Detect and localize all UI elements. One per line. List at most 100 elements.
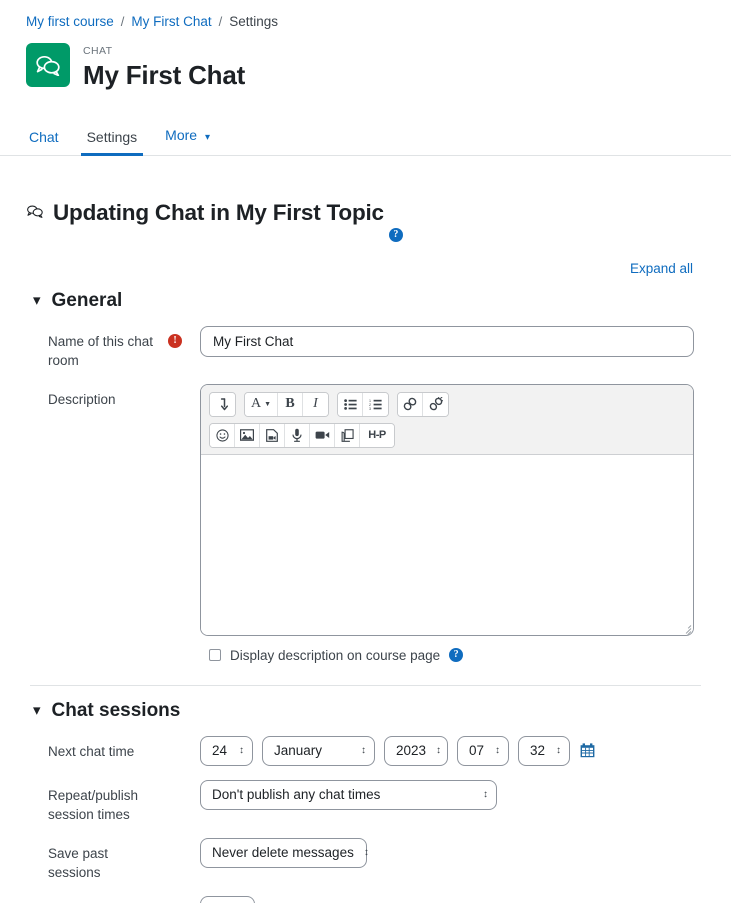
tab-settings-label: Settings xyxy=(86,129,138,146)
expand-all-link[interactable]: Expand all xyxy=(630,261,693,276)
toolbar-group-expand xyxy=(209,391,236,417)
breadcrumb-item-course[interactable]: My first course xyxy=(26,14,114,29)
repeat-sessions-value: Don't publish any chat times xyxy=(212,787,381,803)
section-title-chat-sessions: Chat sessions xyxy=(51,699,181,721)
italic-icon[interactable]: I xyxy=(303,392,328,416)
select-arrows-icon: ↕ xyxy=(363,846,369,858)
select-arrows-icon: ↕ xyxy=(483,788,488,800)
activity-header: CHAT My First Chat xyxy=(0,29,731,108)
chevron-down-icon: ▾ xyxy=(204,132,210,144)
numbered-list-icon[interactable]: 1 2 3 xyxy=(363,392,388,416)
chat-name-input[interactable] xyxy=(200,325,694,357)
chevron-down-icon[interactable]: ▾ xyxy=(33,293,41,308)
field-row-display-description: Display description on course page ? xyxy=(0,648,731,663)
field-row-save-past-sessions: Save past sessions Never delete messages… xyxy=(0,837,731,882)
breadcrumb-separator: / xyxy=(120,14,125,29)
breadcrumb-item-settings: Settings xyxy=(229,14,279,29)
next-chat-hour-select[interactable]: 07 ↕ xyxy=(457,735,509,766)
section-title-general: General xyxy=(51,289,123,311)
label-save-past-sessions-text: Save past sessions xyxy=(48,845,109,880)
rich-text-editor: A ▼ B I 1 2 3 H-P xyxy=(200,383,694,636)
next-chat-minute-select[interactable]: 32 ↕ xyxy=(518,735,570,766)
next-chat-minute-value: 32 xyxy=(530,743,546,759)
label-next-chat-time: Next chat time xyxy=(48,736,200,766)
display-description-label: Display description on course page xyxy=(230,647,441,663)
label-chat-name: Name of this chat room ! xyxy=(48,326,200,370)
field-row-repeat-sessions: Repeat/publish session times Don't publi… xyxy=(0,779,731,824)
control-view-past-sessions: No ↕ xyxy=(200,895,731,903)
next-chat-month-select[interactable]: January ↕ xyxy=(262,735,375,766)
resize-handle[interactable] xyxy=(680,622,692,635)
breadcrumb-separator: / xyxy=(218,14,223,29)
display-description-checkbox[interactable] xyxy=(209,649,221,662)
expand-toolbar-icon[interactable] xyxy=(210,392,235,416)
section-header-general[interactable]: ▾ General xyxy=(0,276,731,312)
media-file-icon[interactable] xyxy=(260,423,285,447)
manage-files-icon[interactable] xyxy=(335,423,360,447)
activity-type-label: CHAT xyxy=(83,45,113,57)
select-arrows-icon: ↕ xyxy=(361,744,366,756)
bold-icon[interactable]: B xyxy=(278,392,303,416)
microphone-icon[interactable] xyxy=(285,423,310,447)
help-icon[interactable]: ? xyxy=(449,648,464,663)
toolbar-group-link xyxy=(397,391,449,417)
label-repeat-sessions: Repeat/publish session times xyxy=(48,780,200,824)
field-row-chat-name: Name of this chat room ! xyxy=(0,325,731,370)
tab-more-label: More xyxy=(165,127,198,144)
help-icon[interactable]: ? xyxy=(388,227,403,242)
tab-more[interactable]: More ▾ xyxy=(151,127,224,155)
toolbar-group-media: H-P xyxy=(209,422,395,448)
page-title: My First Chat xyxy=(83,60,246,90)
label-description-text: Description xyxy=(48,391,116,407)
editor-toolbar: A ▼ B I 1 2 3 H-P xyxy=(201,384,693,455)
tab-chat[interactable]: Chat xyxy=(26,129,73,155)
bulleted-list-icon[interactable] xyxy=(338,392,363,416)
image-icon[interactable] xyxy=(235,423,260,447)
activity-header-text: CHAT My First Chat xyxy=(83,43,245,108)
control-next-chat-time: 24 ↕ January ↕ 2023 ↕ 07 ↕ 32 ↕ xyxy=(200,735,731,766)
next-chat-year-value: 2023 xyxy=(396,743,427,759)
calendar-icon[interactable] xyxy=(580,743,595,758)
activity-tabs: Chat Settings More ▾ xyxy=(0,126,731,157)
font-style-icon[interactable]: A ▼ xyxy=(245,392,278,416)
label-chat-name-text: Name of this chat room xyxy=(48,333,154,368)
field-row-description: Description A ▼ B I 1 2 3 H-P xyxy=(0,383,731,636)
chat-bubbles-icon xyxy=(26,204,44,223)
repeat-sessions-select[interactable]: Don't publish any chat times ↕ xyxy=(200,779,497,810)
video-camera-icon[interactable] xyxy=(310,423,335,447)
field-row-view-past-sessions: Everyone can view past sessions ? No ↕ xyxy=(0,895,731,903)
control-chat-name xyxy=(200,325,731,370)
h5p-icon[interactable]: H-P xyxy=(360,423,394,447)
label-repeat-sessions-text: Repeat/publish session times xyxy=(48,787,139,822)
label-save-past-sessions: Save past sessions xyxy=(48,838,200,882)
form-heading: Updating Chat in My First Topic ? xyxy=(0,156,731,244)
next-chat-year-select[interactable]: 2023 ↕ xyxy=(384,735,448,766)
breadcrumb-item-chat[interactable]: My First Chat xyxy=(131,14,211,29)
h5p-icon-label: H-P xyxy=(368,429,386,442)
emoji-icon[interactable] xyxy=(210,423,235,447)
control-repeat-sessions: Don't publish any chat times ↕ xyxy=(200,779,731,824)
tab-chat-label: Chat xyxy=(29,129,59,146)
field-row-next-chat-time: Next chat time 24 ↕ January ↕ 2023 ↕ 07 … xyxy=(0,735,731,766)
link-icon[interactable] xyxy=(398,392,423,416)
label-next-chat-time-text: Next chat time xyxy=(48,743,135,759)
required-icon: ! xyxy=(168,333,182,348)
label-view-past-sessions: Everyone can view past sessions ? xyxy=(48,896,200,903)
editor-toolbar-row-1: A ▼ B I 1 2 3 xyxy=(209,391,685,417)
select-arrows-icon: ↕ xyxy=(239,744,244,756)
label-description: Description xyxy=(48,384,200,636)
chat-activity-icon xyxy=(26,43,70,87)
svg-text:3: 3 xyxy=(369,407,371,410)
next-chat-hour-value: 07 xyxy=(469,743,485,759)
tab-settings[interactable]: Settings xyxy=(73,129,152,157)
unlink-icon[interactable] xyxy=(423,392,448,416)
control-save-past-sessions: Never delete messages ↕ xyxy=(200,837,731,882)
next-chat-day-select[interactable]: 24 ↕ xyxy=(200,735,253,766)
chevron-down-icon[interactable]: ▾ xyxy=(33,703,41,718)
description-textarea[interactable] xyxy=(201,454,693,635)
view-past-sessions-select[interactable]: No ↕ xyxy=(200,895,255,903)
control-description: A ▼ B I 1 2 3 H-P xyxy=(200,383,731,636)
select-arrows-icon: ↕ xyxy=(556,744,561,756)
section-header-chat-sessions[interactable]: ▾ Chat sessions xyxy=(0,686,731,722)
save-past-sessions-select[interactable]: Never delete messages ↕ xyxy=(200,837,369,868)
